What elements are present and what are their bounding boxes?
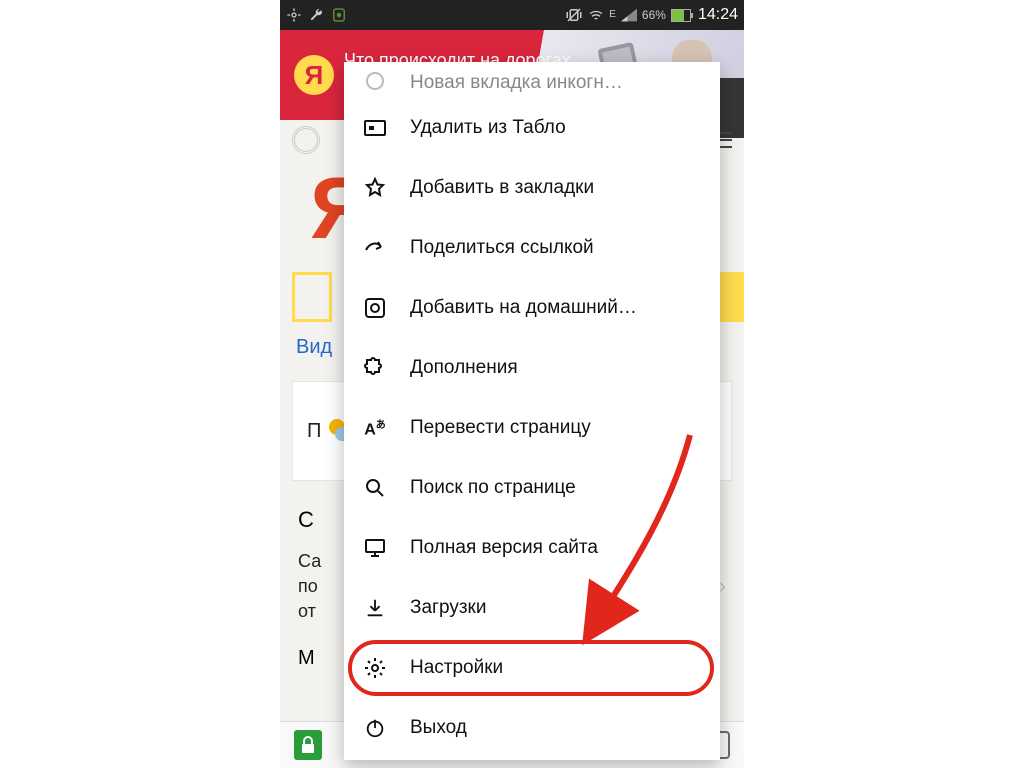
translate-icon: Aあ (362, 415, 388, 441)
phone-frame: E 66% 14:24 Я Что происходит на дорогах … (280, 0, 744, 768)
gear-icon (362, 655, 388, 681)
status-bar: E 66% 14:24 (280, 0, 744, 30)
menu-item-label: Добавить на домашний… (410, 297, 702, 319)
desktop-icon (362, 535, 388, 561)
menu-item-settings[interactable]: Настройки (344, 638, 720, 698)
shield-icon (330, 6, 348, 24)
menu-item-label: Полная версия сайта (410, 537, 702, 559)
menu-item-label: Загрузки (410, 597, 702, 619)
menu-item-translate[interactable]: Aあ Перевести страницу (344, 398, 720, 458)
menu-item-label: Выход (410, 717, 702, 739)
news-line-2: по (298, 574, 321, 599)
location-target-icon[interactable] (292, 126, 320, 154)
menu-item-homescreen[interactable]: Добавить на домашний… (344, 278, 720, 338)
status-bar-left (286, 6, 348, 24)
menu-item-extensions[interactable]: Дополнения (344, 338, 720, 398)
data-type-label: E (609, 10, 616, 20)
clock: 14:24 (698, 6, 738, 24)
menu-item-label: Дополнения (410, 357, 702, 379)
menu-item-label: Настройки (410, 657, 702, 679)
news-line-3: от (298, 599, 321, 624)
signal-icon (621, 8, 637, 22)
download-icon (362, 595, 388, 621)
share-icon (362, 235, 388, 261)
menu-item-label: Поделиться ссылкой (410, 237, 702, 259)
search-icon (362, 475, 388, 501)
menu-item-share[interactable]: Поделиться ссылкой (344, 218, 720, 278)
menu-item-bookmark[interactable]: Добавить в закладки (344, 158, 720, 218)
gps-icon (286, 7, 302, 23)
menu-item-incognito[interactable]: Новая вкладка инкогн… (344, 66, 720, 98)
power-icon (362, 715, 388, 741)
star-icon (362, 175, 388, 201)
menu-item-label: Перевести страницу (410, 417, 702, 439)
menu-item-exit[interactable]: Выход (344, 698, 720, 758)
status-bar-right: E 66% 14:24 (565, 6, 738, 24)
puzzle-icon (362, 355, 388, 381)
wrench-icon (308, 7, 324, 23)
weather-prefix: П (307, 420, 321, 443)
tablo-icon (362, 115, 388, 141)
battery-percent: 66% (642, 8, 666, 22)
wifi-icon (588, 8, 604, 22)
incognito-icon (362, 68, 388, 94)
menu-item-label: Удалить из Табло (410, 117, 702, 139)
vibrate-icon (565, 7, 583, 23)
menu-item-downloads[interactable]: Загрузки (344, 578, 720, 638)
menu-item-label: Добавить в закладки (410, 177, 702, 199)
menu-item-find[interactable]: Поиск по странице (344, 458, 720, 518)
home-add-icon (362, 295, 388, 321)
menu-item-remove-tablo[interactable]: Удалить из Табло (344, 98, 720, 158)
battery-icon (671, 9, 691, 22)
lock-icon[interactable] (294, 730, 322, 760)
yandex-logo-icon: Я (294, 55, 334, 95)
menu-item-label: Новая вкладка инкогн… (410, 72, 702, 94)
menu-item-desktop[interactable]: Полная версия сайта (344, 518, 720, 578)
menu-item-label: Поиск по странице (410, 477, 702, 499)
browser-dropdown-menu: Новая вкладка инкогн… Удалить из Табло Д… (344, 62, 720, 760)
news-line-1: Са (298, 549, 321, 574)
